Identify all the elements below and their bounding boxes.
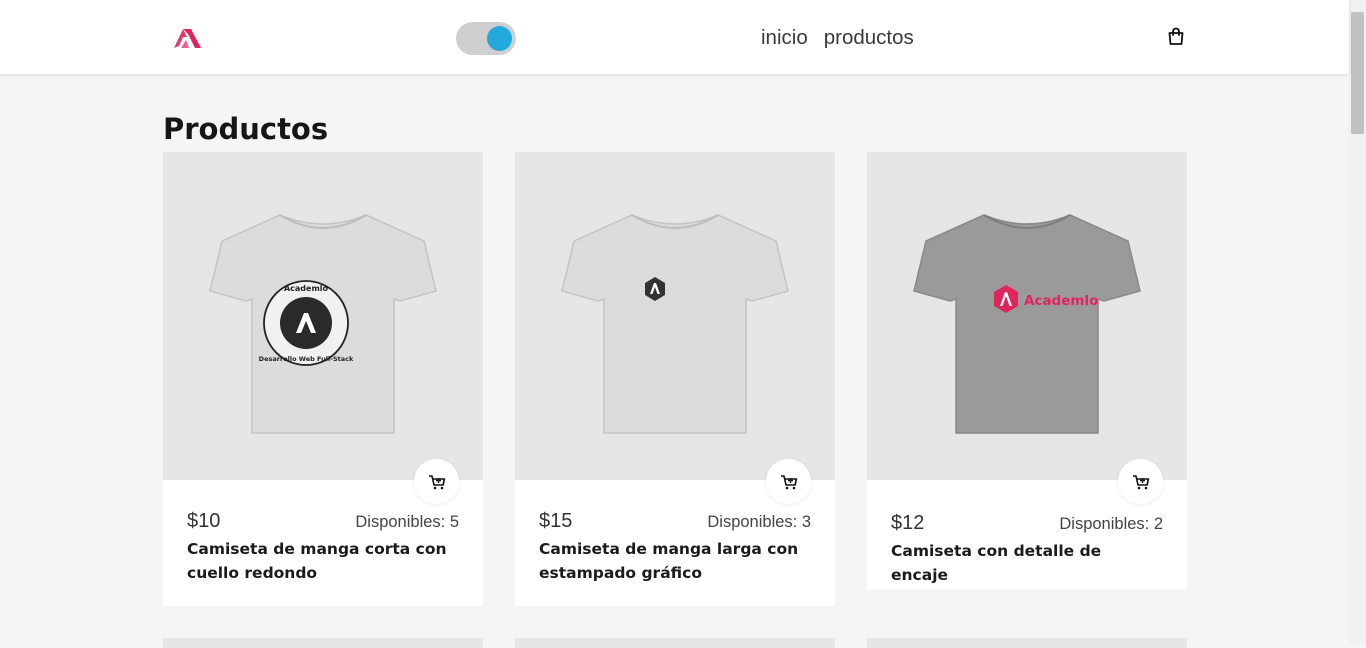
add-to-cart-button[interactable] [414, 459, 459, 504]
product-name: Camiseta con detalle de encaje [891, 542, 1102, 584]
product-price: $10 [187, 510, 221, 532]
nav-link-productos[interactable]: productos [824, 24, 914, 52]
next-product-card-peek [867, 638, 1187, 648]
product-image: Academlo Desarrollo Web Full-Stack [163, 152, 483, 504]
product-card[interactable]: Academlo $12 Disponibles: 2 Camiseta con… [867, 152, 1187, 589]
theme-toggle[interactable] [456, 22, 516, 55]
add-to-cart-button[interactable] [766, 459, 811, 504]
svg-text:Desarrollo Web Full-Stack: Desarrollo Web Full-Stack [259, 355, 354, 363]
cart-plus-icon [780, 474, 797, 489]
svg-text:Academlo: Academlo [284, 284, 329, 293]
site-header: inicio productos [0, 0, 1349, 74]
product-stock: Disponibles: 3 [707, 513, 811, 531]
product-card[interactable]: $15 Disponibles: 3 Camiseta de manga lar… [515, 152, 835, 606]
product-image: Academlo [867, 152, 1187, 504]
tshirt-hexagon-logo-image [561, 214, 789, 434]
cart-plus-icon [1132, 474, 1149, 489]
product-card[interactable]: Academlo Desarrollo Web Full-Stack $10 D… [163, 152, 483, 606]
product-price: $12 [891, 512, 925, 534]
main-nav: inicio productos [761, 24, 914, 52]
product-name: Camiseta de manga larga con estampado gr… [539, 540, 799, 582]
toggle-knob [487, 26, 512, 51]
product-image [515, 152, 835, 504]
product-name: Camiseta de manga corta con cuello redon… [187, 540, 447, 582]
tshirt-circle-badge-image: Academlo Desarrollo Web Full-Stack [209, 214, 437, 434]
svg-text:Academlo: Academlo [1024, 293, 1098, 309]
shopping-bag-icon[interactable] [1166, 26, 1186, 46]
add-to-cart-button[interactable] [1118, 459, 1163, 504]
product-price: $15 [539, 510, 573, 532]
page-scrollbar[interactable] [1349, 0, 1366, 644]
product-stock: Disponibles: 2 [1059, 515, 1163, 533]
cart-plus-icon [428, 474, 445, 489]
academlo-logo-icon[interactable] [172, 26, 202, 50]
page-title: Productos [163, 112, 329, 146]
scrollbar-thumb[interactable] [1351, 12, 1364, 134]
tshirt-academlo-wordmark-image: Academlo [913, 214, 1141, 434]
next-product-card-peek [163, 638, 483, 648]
next-product-card-peek [515, 638, 835, 648]
nav-link-inicio[interactable]: inicio [761, 24, 808, 52]
product-stock: Disponibles: 5 [355, 513, 459, 531]
